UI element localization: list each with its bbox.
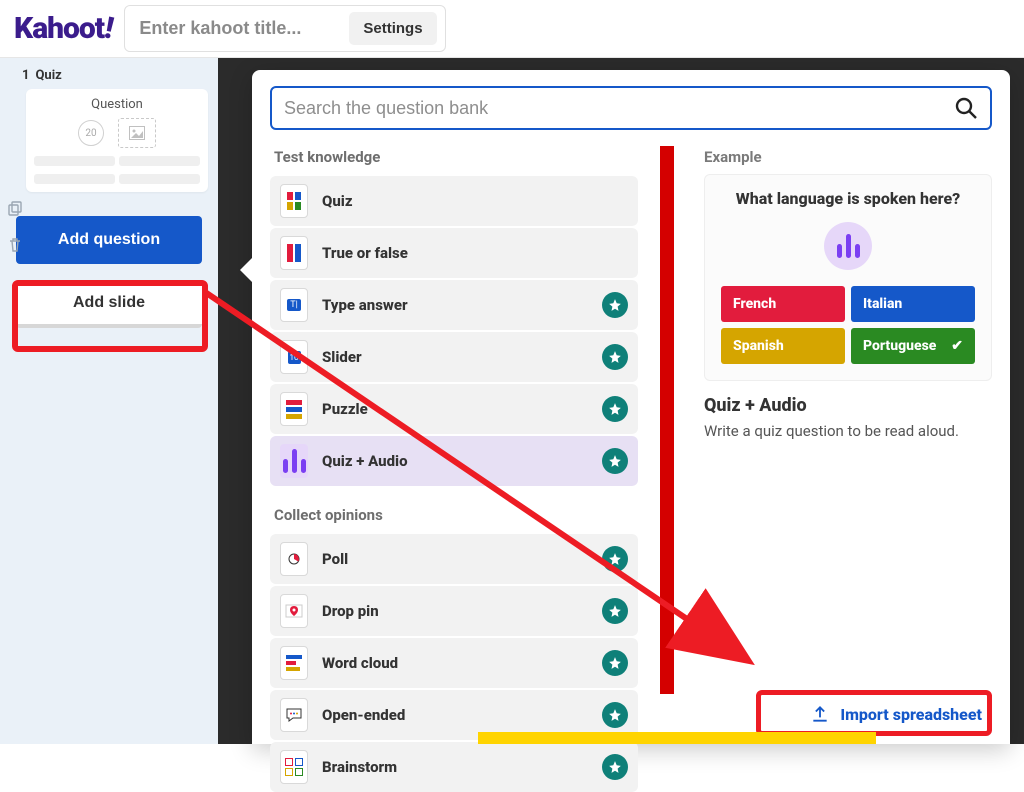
add-question-button[interactable]: Add question — [16, 216, 202, 264]
add-question-popover: Test knowledge Quiz True or false T| T — [252, 70, 1010, 744]
checkmark-icon: ✔ — [951, 338, 963, 354]
thumb-question-label: Question — [34, 97, 200, 112]
poll-icon — [280, 542, 308, 576]
qtype-label: Word cloud — [322, 654, 398, 672]
example-answer: Portuguese ✔ — [851, 328, 975, 364]
example-heading: Example — [704, 148, 992, 166]
qtype-slider[interactable]: 10 Slider — [270, 332, 638, 382]
decorative-yellow-strip — [478, 732, 876, 744]
question-bank-search-input[interactable] — [284, 98, 946, 119]
test-knowledge-list: Quiz True or false T| Type answer 10 — [270, 176, 638, 486]
thumb-answer-placeholders — [34, 156, 200, 166]
kahoot-title-input[interactable] — [139, 18, 339, 39]
example-answer: French — [721, 286, 845, 322]
premium-star-icon — [602, 546, 628, 572]
collect-opinions-list: Poll Drop pin Word cloud — [270, 534, 638, 792]
premium-star-icon — [602, 598, 628, 624]
slider-icon: 10 — [280, 340, 308, 374]
type-answer-icon: T| — [280, 288, 308, 322]
image-placeholder-icon — [118, 118, 156, 148]
top-bar: Kahoot! Settings — [0, 0, 1024, 58]
open-ended-icon — [280, 698, 308, 732]
add-slide-button[interactable]: Add slide — [16, 282, 202, 328]
duplicate-slide-icon[interactable] — [4, 198, 26, 220]
qtype-puzzle[interactable]: Puzzle — [270, 384, 638, 434]
qtype-label: True or false — [322, 244, 408, 262]
slide-index: 1 — [22, 68, 29, 83]
logo-text: Kahoot — [14, 11, 104, 46]
title-container: Settings — [124, 5, 445, 52]
qtype-quiz[interactable]: Quiz — [270, 176, 638, 226]
import-spreadsheet-link[interactable]: Import spreadsheet — [810, 704, 982, 724]
audio-waveform-icon — [824, 222, 872, 270]
preview-description: Write a quiz question to be read aloud. — [704, 422, 992, 440]
main-area: 1 Quiz Question 20 Add question A — [0, 58, 1024, 744]
qtype-label: Puzzle — [322, 400, 368, 418]
annotation-vertical-bar — [660, 146, 674, 694]
editor-stage: Test knowledge Quiz True or false T| T — [218, 58, 1024, 744]
kahoot-logo: Kahoot! — [14, 11, 112, 46]
qtype-label: Drop pin — [322, 602, 379, 620]
answer-text: Italian — [863, 296, 902, 312]
qtype-label: Quiz + Audio — [322, 452, 408, 470]
upload-icon — [810, 704, 830, 724]
preview-title: Quiz + Audio — [704, 395, 992, 416]
slide-type: Quiz — [35, 68, 61, 83]
example-question-text: What language is spoken here? — [721, 189, 975, 208]
question-type-column: Test knowledge Quiz True or false T| T — [270, 148, 638, 728]
brainstorm-icon — [280, 750, 308, 784]
premium-star-icon — [602, 702, 628, 728]
qtype-label: Quiz — [322, 192, 353, 210]
delete-slide-icon[interactable] — [4, 234, 26, 256]
qtype-label: Open-ended — [322, 706, 405, 724]
section-title-test-knowledge: Test knowledge — [274, 148, 638, 166]
qtype-brainstorm[interactable]: Brainstorm — [270, 742, 638, 792]
premium-star-icon — [602, 448, 628, 474]
qtype-true-false[interactable]: True or false — [270, 228, 638, 278]
answer-text: Portuguese — [863, 338, 936, 354]
drop-pin-icon — [280, 594, 308, 628]
thumb-time-limit: 20 — [78, 120, 104, 146]
qtype-label: Brainstorm — [322, 758, 397, 776]
qtype-label: Slider — [322, 348, 362, 366]
premium-star-icon — [602, 344, 628, 370]
premium-star-icon — [602, 292, 628, 318]
example-answers-grid: French Italian Spanish Portuguese ✔ — [721, 286, 975, 364]
word-cloud-icon — [280, 646, 308, 680]
section-title-collect-opinions: Collect opinions — [274, 506, 638, 524]
import-link-label: Import spreadsheet — [840, 705, 982, 724]
example-answer: Italian — [851, 286, 975, 322]
settings-button[interactable]: Settings — [349, 12, 436, 45]
qtype-label: Poll — [322, 550, 348, 568]
slide-action-icons — [4, 198, 26, 256]
quiz-icon — [280, 184, 308, 218]
puzzle-icon — [280, 392, 308, 426]
quiz-audio-icon — [280, 444, 308, 478]
premium-star-icon — [602, 754, 628, 780]
premium-star-icon — [602, 650, 628, 676]
qtype-word-cloud[interactable]: Word cloud — [270, 638, 638, 688]
example-answer: Spanish — [721, 328, 845, 364]
qtype-poll[interactable]: Poll — [270, 534, 638, 584]
slide-thumbnail[interactable]: Question 20 — [26, 89, 208, 192]
example-card: What language is spoken here? French Ita… — [704, 174, 992, 381]
example-column: Example What language is spoken here? Fr… — [696, 148, 992, 728]
question-bank-search-wrap — [270, 86, 992, 130]
slide-meta: 1 Quiz — [0, 58, 218, 85]
search-icon[interactable] — [954, 96, 978, 120]
qtype-quiz-audio[interactable]: Quiz + Audio — [270, 436, 638, 486]
qtype-type-answer[interactable]: T| Type answer — [270, 280, 638, 330]
qtype-label: Type answer — [322, 296, 408, 314]
qtype-drop-pin[interactable]: Drop pin — [270, 586, 638, 636]
answer-text: Spanish — [733, 338, 784, 354]
slides-sidebar: 1 Quiz Question 20 Add question A — [0, 58, 218, 744]
thumb-answer-placeholders — [34, 174, 200, 184]
premium-star-icon — [602, 396, 628, 422]
true-false-icon — [280, 236, 308, 270]
answer-text: French — [733, 296, 776, 312]
